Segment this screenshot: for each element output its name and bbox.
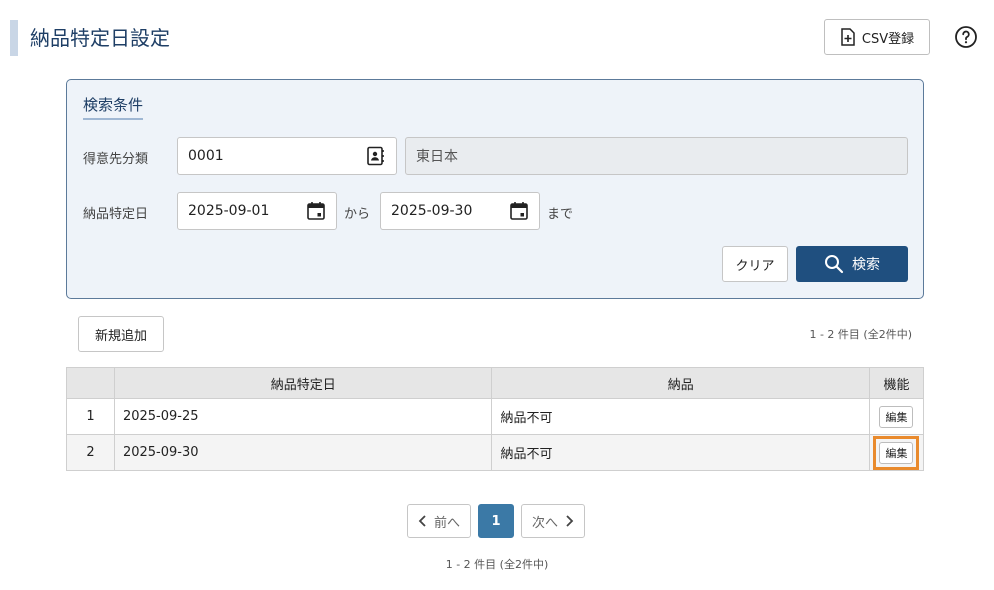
edit-button[interactable]: 編集 [879, 405, 914, 428]
page-button-current[interactable]: 1 [478, 504, 515, 538]
row-delivery: 納品不可 [491, 434, 870, 471]
delivery-date-label: 納品特定日 [83, 207, 149, 222]
row-date: 2025-09-30 [113, 434, 493, 471]
customer-code-value: 0001 [188, 148, 224, 164]
page-title: 納品特定日設定 [30, 26, 170, 50]
add-new-button[interactable]: 新規追加 [78, 316, 164, 352]
to-text: まで [547, 207, 574, 222]
table-row: 1 2025-09-25 納品不可 編集 [66, 398, 925, 435]
address-book-icon[interactable] [366, 146, 386, 166]
next-page-button[interactable]: 次へ [521, 504, 586, 538]
help-icon[interactable] [954, 25, 978, 49]
row-date: 2025-09-25 [113, 398, 493, 435]
search-panel-title: 検索条件 [83, 94, 144, 120]
pagination: 前へ 1 次へ [407, 504, 586, 538]
title-accent-bar [10, 20, 18, 56]
table-header-row: 納品特定日 納品 機能 [66, 367, 925, 399]
date-to-input[interactable]: 2025-09-30 [380, 192, 540, 230]
date-from-input[interactable]: 2025-09-01 [177, 192, 337, 230]
file-plus-icon [840, 28, 856, 46]
column-header-date: 納品特定日 [113, 367, 493, 399]
row-function-cell: 編集 [868, 398, 925, 435]
chevron-left-icon [418, 515, 428, 527]
date-to-value: 2025-09-30 [391, 203, 473, 219]
column-header-delivery: 納品 [491, 367, 870, 399]
from-text: から [344, 207, 371, 222]
search-button-label: 検索 [852, 257, 880, 273]
row-number: 1 [66, 398, 115, 435]
result-count-top: 1 - 2 件目 (全2件中) [809, 328, 912, 341]
customer-name-value: 東日本 [416, 149, 458, 165]
csv-register-button[interactable]: CSV登録 [824, 19, 930, 55]
search-icon [824, 254, 844, 274]
chevron-right-icon [564, 515, 574, 527]
edit-button-highlight: 編集 [873, 435, 920, 470]
clear-button[interactable]: クリア [722, 246, 788, 282]
prev-page-button[interactable]: 前へ [407, 504, 472, 538]
column-header-function: 機能 [868, 367, 925, 399]
date-from-value: 2025-09-01 [188, 203, 270, 219]
results-table: 納品特定日 納品 機能 1 2025-09-25 納品不可 編集 2 2025-… [66, 367, 925, 471]
search-panel: 検索条件 得意先分類 0001 東日本 納品特定日 2025-09-01 から … [66, 79, 924, 299]
csv-register-label: CSV登録 [861, 31, 915, 47]
row-number: 2 [66, 434, 115, 471]
row-function-cell: 編集 [868, 434, 925, 471]
column-header-no [66, 367, 115, 399]
result-count-bottom: 1 - 2 件目 (全2件中) [445, 558, 549, 571]
edit-button[interactable]: 編集 [879, 441, 914, 464]
customer-code-input[interactable]: 0001 [177, 137, 397, 175]
customer-class-label: 得意先分類 [83, 152, 149, 167]
row-delivery: 納品不可 [491, 398, 870, 435]
next-page-label: 次へ [532, 515, 559, 531]
search-button[interactable]: 検索 [796, 246, 908, 282]
customer-name-field: 東日本 [405, 137, 908, 175]
calendar-icon[interactable] [306, 201, 326, 221]
prev-page-label: 前へ [434, 515, 461, 531]
table-row: 2 2025-09-30 納品不可 編集 [66, 434, 925, 471]
calendar-icon[interactable] [509, 201, 529, 221]
